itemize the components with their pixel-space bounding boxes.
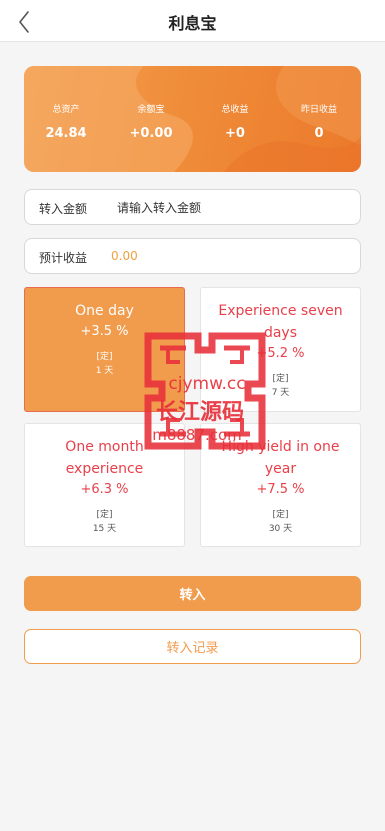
plan-name: One day	[75, 303, 134, 319]
plan-days: 30 天	[268, 524, 293, 534]
summary-value: +0	[225, 126, 245, 141]
transfer-records-button[interactable]: 转入记录	[24, 629, 361, 664]
summary-value: 24.84	[45, 126, 87, 141]
plan-rate: +7.5 %	[256, 482, 305, 497]
plan-rate: +5.2 %	[256, 346, 305, 361]
summary-value: +0.00	[129, 126, 173, 141]
header-bar: 利息宝	[0, 0, 385, 42]
plan-type: [定]	[272, 374, 289, 384]
summary-card: 总资产 24.84 余额宝 +0.00 总收益 +0 昨日收益 0	[24, 66, 361, 172]
plan-name: High yield in one year	[221, 439, 340, 477]
summary-label: 昨日收益	[300, 105, 337, 115]
plan-name: Experience seven days	[218, 303, 343, 341]
summary-label: 总资产	[52, 105, 80, 115]
plan-days: 15 天	[92, 524, 117, 534]
plan-card-one-month[interactable]: One month experience +6.3 % [定] 15 天	[24, 423, 185, 547]
transfer-amount-label: 转入金额	[39, 202, 88, 216]
plan-card-seven-days[interactable]: Experience seven days +5.2 % [定] 7 天	[200, 287, 361, 412]
estimated-income-value: 0.00	[111, 249, 138, 263]
summary-label: 余额宝	[137, 105, 165, 115]
plan-name: One month experience	[65, 439, 144, 477]
summary-label: 总收益	[221, 105, 249, 115]
estimated-income-field: 预计收益 0.00	[24, 238, 361, 274]
plan-days: 7 天	[271, 388, 290, 398]
plan-rate: +6.3 %	[80, 482, 129, 497]
summary-value: 0	[314, 126, 324, 141]
transfer-amount-input[interactable]	[117, 196, 347, 220]
transfer-in-button[interactable]: 转入	[24, 576, 361, 611]
plan-card-one-year[interactable]: High yield in one year +7.5 % [定] 30 天	[200, 423, 361, 547]
plan-type: [定]	[272, 510, 289, 520]
plan-type: [定]	[96, 352, 113, 362]
plan-days: 1 天	[95, 366, 114, 376]
plan-rate: +3.5 %	[80, 324, 129, 339]
transfer-amount-field: 转入金额	[24, 189, 361, 225]
page: 利息宝 总资产 24.84 余额宝 +0.00 总收益 +0 昨日收益 0 转入…	[0, 0, 385, 831]
wave-decoration	[24, 66, 361, 172]
plan-type: [定]	[96, 510, 113, 520]
plan-card-one-day[interactable]: One day +3.5 % [定] 1 天	[24, 287, 185, 412]
estimated-income-label: 预计收益	[39, 251, 88, 265]
page-title: 利息宝	[168, 14, 217, 33]
